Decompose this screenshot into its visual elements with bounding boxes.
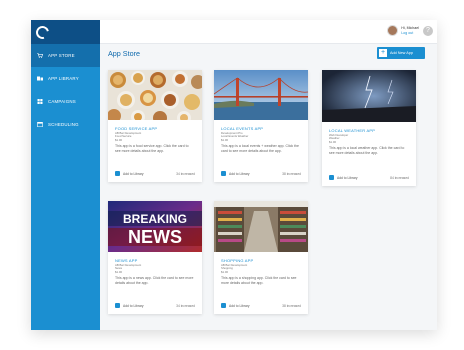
library-add-icon <box>329 175 334 180</box>
app-card-shopping[interactable]: SHOPPING APP AB Bar Development Shopping… <box>214 201 308 314</box>
card-description: This app is a news app. Click the card t… <box>115 276 194 285</box>
top-bar: Hi, Michael Log out ? <box>100 20 437 44</box>
add-to-library-label: Add to Library <box>337 175 358 180</box>
sidebar-item-app-store[interactable]: APP STORE <box>31 44 100 67</box>
sidebar-item-label: CAMPAIGNS <box>48 99 76 104</box>
add-to-library-button[interactable]: Add to Library <box>115 303 144 308</box>
grid-icon <box>37 99 43 104</box>
card-footer: Add to Library 38 increased <box>221 303 301 308</box>
add-to-library-button[interactable]: Add to Library <box>115 171 144 176</box>
add-to-library-button[interactable]: Add to Library <box>221 303 250 308</box>
add-to-library-label: Add to Library <box>229 171 250 176</box>
cart-icon <box>37 53 43 58</box>
library-add-icon <box>221 171 226 176</box>
sidebar-item-label: APP STORE <box>48 53 75 58</box>
card-footer: Add to Library 84 increased <box>329 175 409 180</box>
app-window: APP STORE APP LIBRARY CAMPAIGNS SCHEDULI… <box>31 20 437 330</box>
brand-logo[interactable] <box>31 20 100 44</box>
sidebar-item-app-library[interactable]: APP LIBRARY <box>31 67 100 90</box>
card-meta: Web Developer Weather $1.00 <box>329 133 409 144</box>
card-footer: Add to Library 38 increased <box>221 171 301 176</box>
news-text: NEWS <box>128 227 182 247</box>
library-add-icon <box>115 171 120 176</box>
add-to-library-label: Add to Library <box>123 303 144 308</box>
logo-icon <box>33 23 52 41</box>
included-count: 38 increased <box>282 171 301 176</box>
bridge-image <box>214 70 308 120</box>
card-meta: AB Bar Development Shopping $1.00 <box>221 263 301 274</box>
sidebar-item-label: SCHEDULING <box>48 122 79 127</box>
card-price: $1.00 <box>115 269 122 274</box>
included-count: 84 increased <box>390 175 409 180</box>
card-price: $1.00 <box>221 137 228 142</box>
card-meta: AB Bar Development Food Service $1.00 <box>115 131 195 142</box>
user-greeting: Hi, Michael <box>401 26 419 31</box>
included-count: 34 increased <box>176 171 195 176</box>
sidebar-item-scheduling[interactable]: SCHEDULING <box>31 113 100 136</box>
add-new-app-label: Add New App <box>390 51 414 55</box>
user-info: Hi, Michael Log out <box>401 26 419 34</box>
included-count: 34 increased <box>176 303 195 308</box>
library-add-icon <box>221 303 226 308</box>
avatar[interactable] <box>387 25 399 36</box>
calendar-icon <box>37 122 43 127</box>
card-footer: Add to Library 34 increased <box>115 303 195 308</box>
add-new-app-button[interactable]: + Add New App <box>377 47 425 59</box>
help-icon[interactable]: ? <box>423 26 433 36</box>
shopping-image <box>214 201 308 252</box>
add-to-library-label: Add to Library <box>229 303 250 308</box>
app-card-local-weather[interactable]: LOCAL WEATHER APP Web Developer Weather … <box>322 70 416 186</box>
breaking-news-image: BREAKING NEWS <box>108 201 202 252</box>
card-price: $1.00 <box>115 137 122 142</box>
card-description: This app is a shopping app. Click the ca… <box>221 276 297 285</box>
library-icon <box>37 76 43 81</box>
card-price: $1.00 <box>329 139 336 144</box>
card-price: $1.00 <box>221 269 228 274</box>
sidebar: APP STORE APP LIBRARY CAMPAIGNS SCHEDULI… <box>31 20 100 330</box>
storm-image <box>322 70 416 122</box>
app-card-local-events[interactable]: LOCAL EVENTS APP Development Pro Local E… <box>214 70 308 182</box>
card-footer: Add to Library 34 increased <box>115 171 195 176</box>
card-description: This app is a local weather app. Click t… <box>329 146 405 155</box>
app-card-news[interactable]: BREAKING NEWS NEWS APP AB Bar Developmen… <box>108 201 202 314</box>
card-description: This app is a local events + weather app… <box>221 144 299 153</box>
card-meta: Development Pro Local Events Weather $1.… <box>221 131 301 142</box>
card-meta: AB Bar Development News $1.00 <box>115 263 195 274</box>
add-to-library-button[interactable]: Add to Library <box>221 171 250 176</box>
add-to-library-button[interactable]: Add to Library <box>329 175 358 180</box>
user-menu[interactable]: Hi, Michael Log out <box>387 25 419 36</box>
card-description: This app is a food service app. Click th… <box>115 144 189 153</box>
food-image <box>108 70 202 120</box>
breaking-text: BREAKING <box>123 212 187 226</box>
app-card-food-service[interactable]: FOOD SERVICE APP AB Bar Development Food… <box>108 70 202 182</box>
sidebar-item-campaigns[interactable]: CAMPAIGNS <box>31 90 100 113</box>
library-add-icon <box>115 303 120 308</box>
logout-link[interactable]: Log out <box>401 31 419 35</box>
page-title: App Store <box>108 49 140 58</box>
plus-icon: + <box>379 49 387 57</box>
sidebar-item-label: APP LIBRARY <box>48 76 79 81</box>
add-to-library-label: Add to Library <box>123 171 144 176</box>
included-count: 38 increased <box>282 303 301 308</box>
